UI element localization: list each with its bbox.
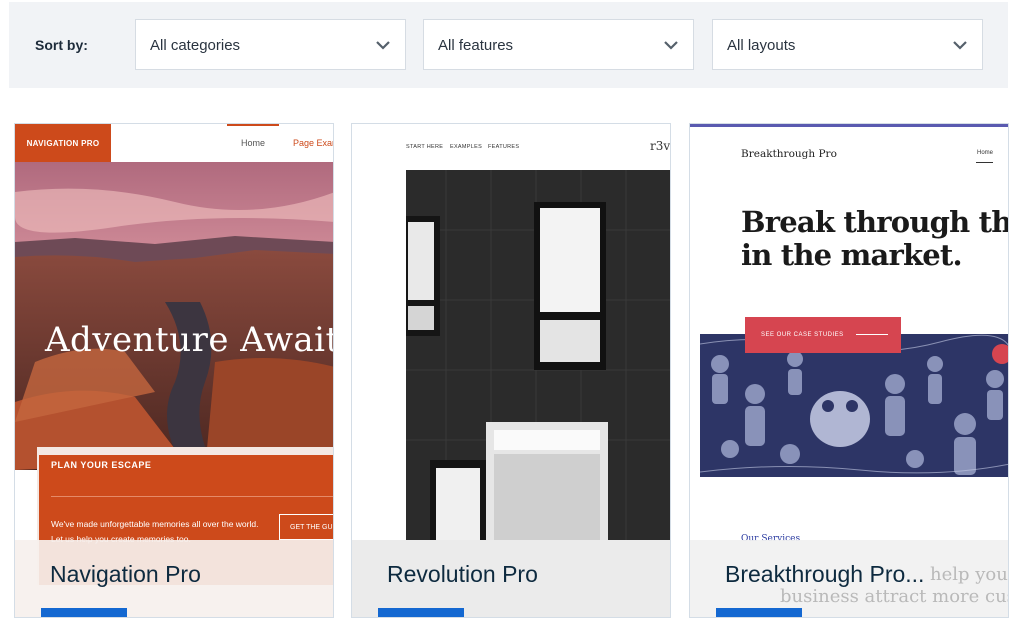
chevron-down-icon: [953, 41, 967, 50]
preview-nav-home: Home: [241, 138, 266, 148]
chevron-down-icon: [664, 41, 678, 50]
preview-box-heading: PLAN YOUR ESCAPE: [51, 460, 152, 470]
preview-box-divider: [51, 496, 333, 497]
preview-hero-canyon-image: [15, 162, 333, 470]
preview-tagline-line-2: business attract more customer: [780, 586, 1008, 607]
preview-headline: Adventure Await: [45, 320, 334, 360]
card-title[interactable]: Navigation Pro: [50, 561, 201, 588]
preview-nav-examples: EXAMPLES: [450, 144, 483, 150]
card-title[interactable]: Revolution Pro: [387, 561, 538, 588]
preview-nav-home: Home: [977, 150, 994, 156]
layouts-dropdown[interactable]: All layouts: [712, 19, 983, 70]
card-accent-bar: [716, 608, 802, 617]
chevron-down-icon: [376, 41, 390, 50]
preview-brand: Breakthrough Pro: [741, 148, 837, 160]
preview-nav-features: FEATURES: [488, 144, 520, 150]
preview-nav-start: START HERE: [406, 144, 444, 150]
preview-headline: Break through the n in the market.: [741, 205, 1008, 272]
preview-logo: r3v: [650, 139, 671, 153]
preview-headline-line-1: Break through the n: [741, 205, 1008, 239]
preview-top-border: [690, 124, 1008, 127]
card-accent-bar: [41, 608, 127, 617]
filter-bar: Sort by: All categories All features All…: [9, 2, 1008, 88]
theme-card-revolution-pro[interactable]: START HERE EXAMPLES FEATURES r3v Revolut…: [351, 123, 671, 618]
preview-box-button: GET THE GU: [279, 514, 333, 540]
preview-illustration-image: [700, 334, 1008, 477]
features-dropdown-value: All features: [438, 37, 514, 54]
categories-dropdown-value: All categories: [150, 37, 241, 54]
arrow-right-icon: [856, 334, 888, 335]
preview-cta-button: SEE OUR CASE STUDIES: [745, 317, 901, 353]
preview-logo: NAVIGATION PRO: [15, 124, 111, 162]
preview-headline-line-2: in the market.: [741, 238, 963, 272]
preview-nav-underline: [227, 124, 279, 126]
preview-nav-page: Page Exam: [293, 138, 333, 148]
theme-card-navigation-pro[interactable]: NAVIGATION PRO Home Page Exam Adventure …: [14, 123, 334, 618]
categories-dropdown[interactable]: All categories: [135, 19, 406, 70]
preview-nav: NAVIGATION PRO Home Page Exam: [15, 124, 333, 162]
theme-card-breakthrough-pro[interactable]: Breakthrough Pro Home Break through the …: [689, 123, 1009, 618]
card-title[interactable]: Breakthrough Pro...: [725, 561, 924, 588]
features-dropdown[interactable]: All features: [423, 19, 694, 70]
card-accent-bar: [378, 608, 464, 617]
preview-nav-underline: [976, 162, 993, 163]
sort-by-label: Sort by:: [35, 37, 88, 53]
preview-hero-building-image: [406, 170, 670, 540]
layouts-dropdown-value: All layouts: [727, 37, 796, 54]
